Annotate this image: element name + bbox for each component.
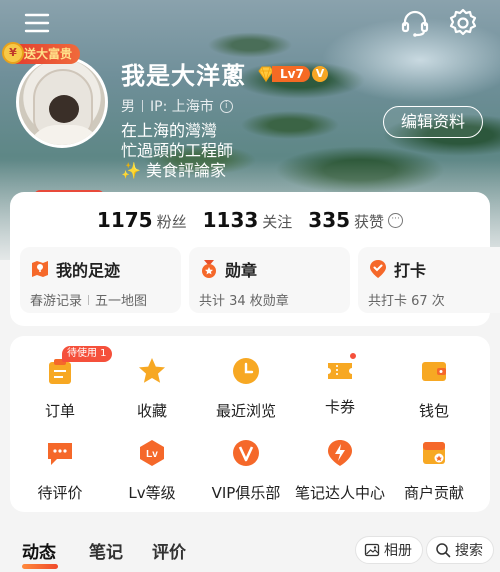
coin-icon: ¥ [2,42,24,64]
gear-icon[interactable] [446,6,480,40]
menu-vip[interactable]: VIP俱乐部 [198,438,294,503]
menu-label: 最近浏览 [215,402,276,420]
image-icon [364,543,380,557]
feature-title: 打卡 [394,261,427,280]
stat-label: 关注 [262,213,293,231]
menu-label: 订单 [44,402,75,420]
bio: 在上海的灣灣 忙過頭的工程師 ✨ 美食評論家 [121,121,233,181]
feature-footprint[interactable]: 我的足迹 春游记录 五一地图 [20,247,181,313]
notification-dot [349,352,357,360]
avatar[interactable] [16,56,108,202]
feature-sub: 共计 34 枚勋章 [199,294,289,309]
menu-label: Lv等级 [128,484,176,502]
search-icon [436,543,451,558]
menu-wallet[interactable]: 钱包 [386,356,482,421]
search-button[interactable]: 搜索 [426,536,494,564]
star-icon [139,358,165,383]
stat-label: 获赞 [354,213,385,231]
level-text: Lv7 [272,66,310,82]
lightning-icon [328,440,352,466]
feature-sub: 春游记录 [30,294,83,309]
headset-icon[interactable] [398,6,432,40]
bio-line: 在上海的灣灣 [121,121,218,140]
map-icon [32,261,48,277]
tab-reviews[interactable]: 评价 [152,538,186,563]
comment-icon [48,443,72,465]
festive-badge-label: 送大富贵 [24,47,73,61]
feature-medals[interactable]: 勋章 共计 34 枚勋章 [189,247,350,313]
user-name: 我是大洋蔥 [121,62,246,90]
menu-label: 待评价 [37,484,83,502]
menu-merchant[interactable]: 商户贡献 [386,438,482,503]
feature-sub: 共打卡 67 次 [368,294,445,309]
checkin-icon [370,260,386,278]
wallet-icon [422,362,446,381]
festive-badge[interactable]: ¥ 送大富贵 [2,42,81,64]
shop-icon [423,442,445,464]
edit-profile-button[interactable]: 编辑资料 [383,106,483,138]
info-icon[interactable]: i [219,99,233,113]
feature-sub: 五一地图 [95,294,148,309]
menu-icon[interactable] [20,6,54,40]
album-button[interactable]: 相册 [355,536,423,564]
stat-label: 粉丝 [156,213,187,231]
menu-label: 卡券 [324,398,355,416]
gender: 男 [121,99,135,115]
feature-checkin[interactable]: 打卡 共打卡 67 次 [358,247,500,313]
menu-recent[interactable]: 最近浏览 [198,356,294,421]
avatar-image [16,56,108,148]
services-card: 订单 待使用 1 收藏 最近浏览 卡券 钱包 待评价 Lv Lv等级 VIP俱乐… [10,336,490,512]
bio-line: 忙過頭的工程師 [121,141,234,160]
vip-icon [233,440,259,466]
clock-icon [233,358,259,384]
bio-line: ✨ 美食評論家 [121,161,227,180]
more-icon[interactable]: ··· [388,212,404,228]
stat-following[interactable]: 1133 关注 [203,208,293,232]
stat-value: 1133 [202,208,259,232]
tab-activity[interactable]: 动态 [22,538,56,563]
menu-to-review[interactable]: 待评价 [12,438,108,503]
content-tabs: 动态 笔记 评价 相册 搜索 [0,528,500,572]
menu-label: 笔记达人中心 [294,484,385,502]
medal-icon [202,260,216,278]
menu-favorites[interactable]: 收藏 [104,356,200,421]
feature-cards: 我的足迹 春游记录 五一地图 勋章 共计 34 枚勋章 打卡 共打卡 67 次 [20,247,500,313]
stats-card: 1175 粉丝 1133 关注 335 获赞 ··· 我的足迹 春游记录 五一地图… [10,192,500,326]
search-label: 搜索 [455,543,483,559]
svg-text:Lv: Lv [146,449,158,460]
tab-notes[interactable]: 笔记 [89,538,123,563]
menu-creator-center[interactable]: 笔记达人中心 [292,438,388,503]
menu-level[interactable]: Lv Lv等级 [104,438,200,503]
ip-location: IP: 上海市 [150,99,214,115]
menu-label: 商户贡献 [403,484,464,502]
stat-likes[interactable]: 335 获赞 ··· [308,208,404,232]
menu-label: VIP俱乐部 [211,484,281,502]
feature-title: 我的足迹 [56,261,121,280]
stat-value: 335 [308,208,351,232]
stat-value: 1175 [96,208,153,232]
menu-label: 钱包 [418,402,449,420]
coupon-icon [328,363,352,379]
stats-row: 1175 粉丝 1133 关注 335 获赞 ··· [10,208,490,232]
verified-icon: V [312,66,328,82]
stat-fans[interactable]: 1175 粉丝 [97,208,187,232]
menu-coupons[interactable]: 卡券 [292,352,388,417]
feature-title: 勋章 [225,261,258,280]
menu-order[interactable]: 订单 [12,356,108,421]
active-tab-indicator [22,564,58,569]
level-icon: Lv [140,440,164,466]
menu-label: 收藏 [136,402,167,420]
album-label: 相册 [384,543,412,559]
level-badge[interactable]: Lv7 [256,64,310,84]
profile-meta: 男 IP: 上海市 i [121,96,233,116]
